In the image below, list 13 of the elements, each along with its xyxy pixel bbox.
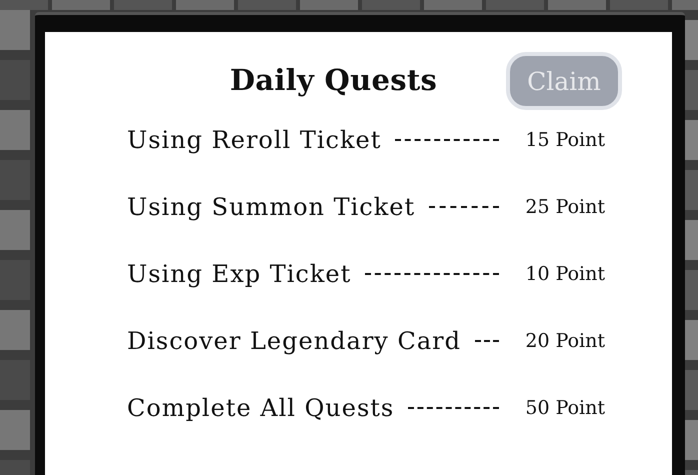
quest-name: Discover Legendary Card	[127, 327, 461, 355]
quest-reward: 20 Point	[525, 330, 605, 352]
leader-line	[429, 206, 500, 208]
quest-reward: 10 Point	[525, 263, 605, 285]
panel-title: Daily Quests	[230, 63, 438, 97]
quest-name: Using Summon Ticket	[127, 193, 416, 221]
quest-reward: 50 Point	[525, 397, 605, 419]
quest-name: Using Reroll Ticket	[127, 126, 382, 154]
quest-name: Using Exp Ticket	[127, 260, 352, 288]
quest-reward: 15 Point	[525, 129, 605, 151]
quest-name: Complete All Quests	[127, 394, 394, 422]
leader-line	[475, 340, 500, 342]
quest-reward: 25 Point	[525, 196, 605, 218]
